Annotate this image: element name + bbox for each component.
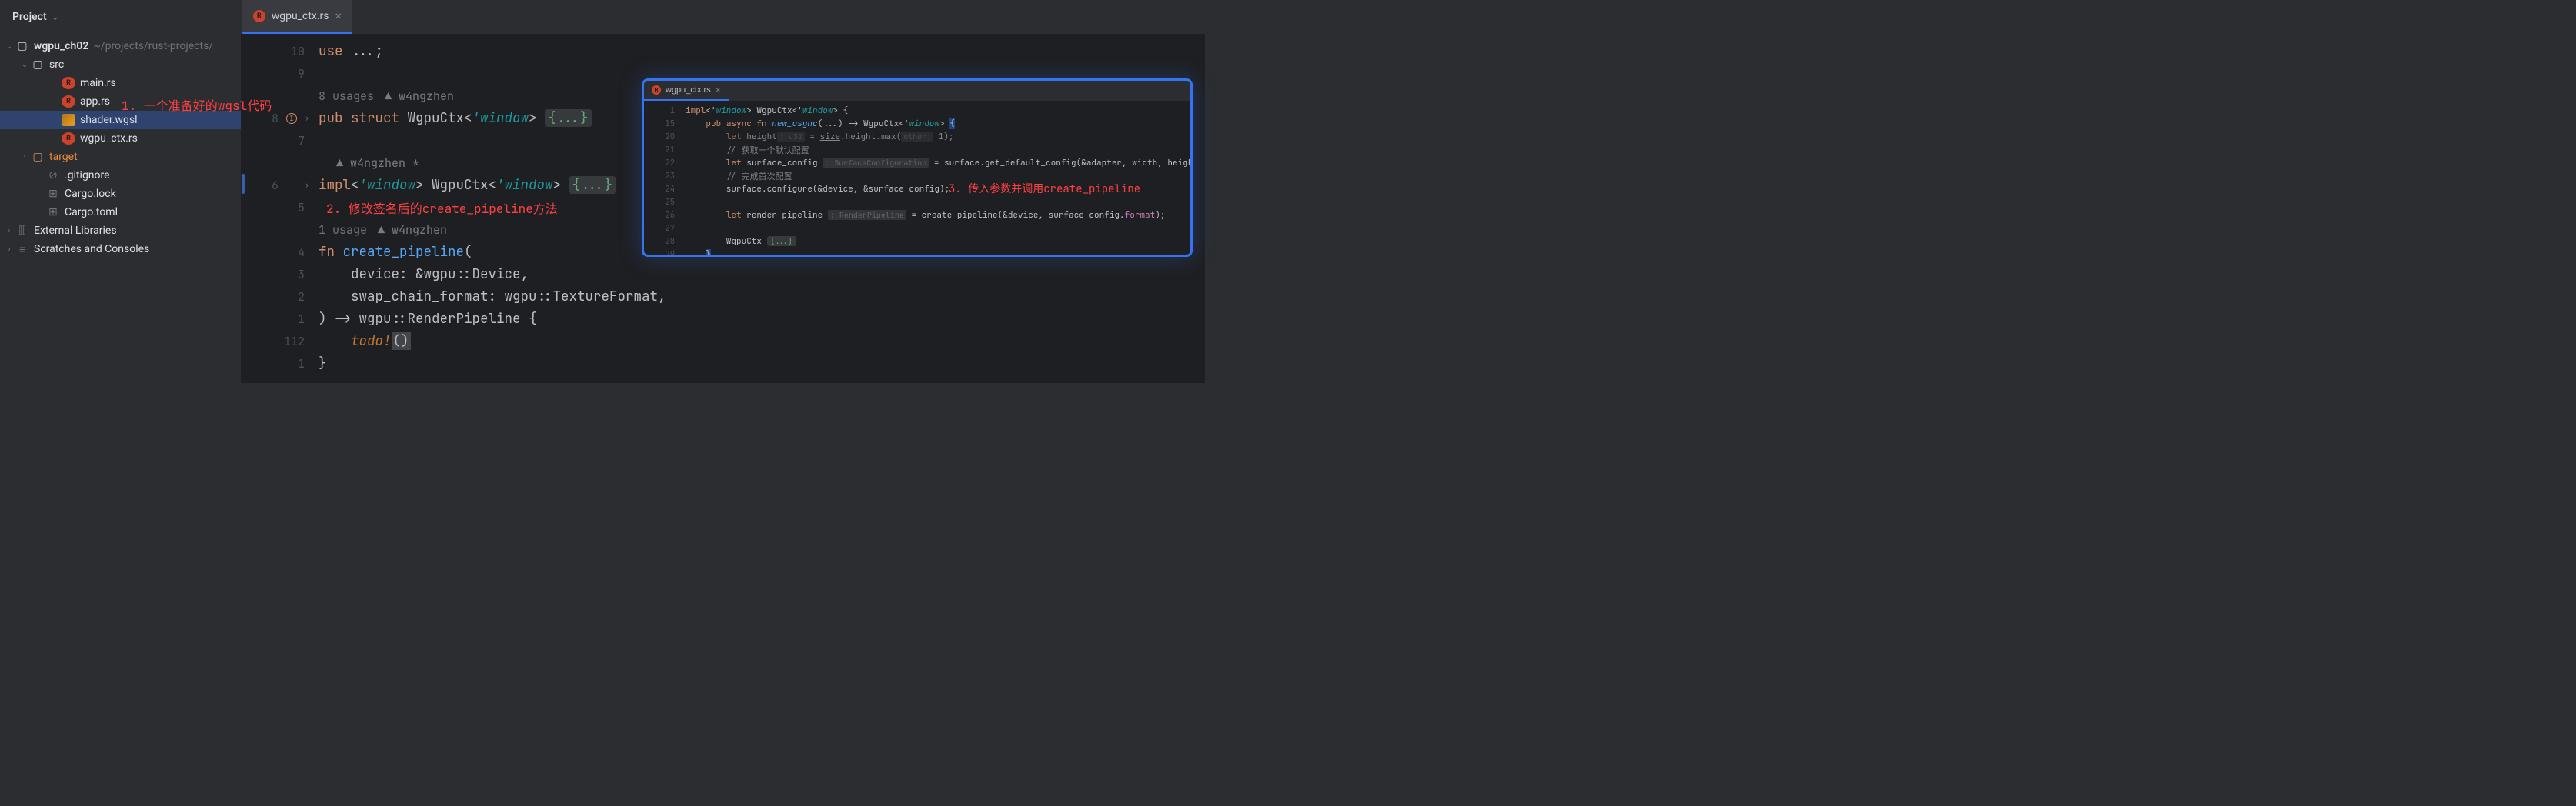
code-line[interactable]: impl<'window> WgpuCtx<'window> {...}: [319, 174, 666, 196]
rust-file-icon: R: [62, 95, 75, 108]
line-number: 4: [242, 241, 319, 263]
line-number: 6 ›: [242, 174, 319, 196]
line-number: 10: [242, 40, 319, 62]
code-line[interactable]: }: [319, 352, 666, 375]
popup-line: [686, 221, 1193, 235]
external-libs-label: External Libraries: [34, 225, 117, 237]
rust-file-icon: R: [62, 77, 75, 89]
impl-nav-icon[interactable]: I: [286, 113, 297, 124]
file-label: Cargo.lock: [65, 188, 116, 200]
chevron-down-icon: ⌄: [18, 61, 31, 69]
editor-gutter: 10 9 8 I › 7 6 › 5 4 3 2: [242, 34, 319, 375]
close-tab-icon[interactable]: ×: [335, 8, 342, 23]
line-number: [242, 152, 319, 174]
folder-icon: ▢: [15, 40, 29, 52]
line-number: 2: [242, 285, 319, 308]
line-number: 1: [242, 352, 319, 375]
popup-line: [686, 195, 1193, 208]
tree-folder-target[interactable]: › ▢ target: [0, 148, 241, 166]
tree-file-cargo-lock[interactable]: ⊞ Cargo.lock: [0, 185, 241, 203]
library-icon: ⫿⫿: [15, 225, 29, 237]
rust-file-icon: R: [62, 132, 75, 145]
popup-line: let render_pipeline : RenderPipeline = c…: [686, 208, 1193, 221]
popup-line: impl<'window> WgpuCtx<'window> {: [686, 104, 1193, 117]
popup-line: // 获取一个默认配置: [686, 143, 1193, 156]
fold-icon[interactable]: ›: [305, 180, 315, 190]
file-label: Cargo.toml: [65, 206, 118, 218]
scratches-label: Scratches and Consoles: [34, 243, 149, 255]
tree-file-main[interactable]: R main.rs: [0, 74, 241, 92]
chevron-right-icon: ›: [3, 227, 15, 235]
project-root-path: ~/projects/rust-projects/: [93, 40, 213, 52]
line-number: 5: [242, 196, 319, 218]
annotation-2: 2. 修改签名后的create_pipeline方法: [326, 198, 558, 217]
code-line[interactable]: swap_chain_format: wgpu::TextureFormat,: [319, 285, 666, 308]
cargo-lock-icon: ⊞: [46, 188, 60, 200]
tree-folder-src[interactable]: ⌄ ▢ src: [0, 55, 241, 74]
popup-line: let surface_config : SurfaceConfiguratio…: [686, 156, 1193, 169]
tab-filename: wgpu_ctx.rs: [272, 10, 329, 22]
code-line[interactable]: fn create_pipeline(: [319, 241, 666, 263]
definition-popup: R wgpu_ctx.rs × 1 15 20 21 22 23 24 25: [642, 78, 1193, 257]
project-label: Project: [12, 11, 47, 23]
fold-icon[interactable]: ›: [305, 113, 315, 123]
popup-gutter: 1 15 20 21 22 23 24 25 26 27 28 29: [644, 104, 684, 257]
chevron-right-icon: ›: [18, 153, 31, 162]
file-label: main.rs: [80, 77, 116, 89]
code-line[interactable]: pub struct WgpuCtx<'window> {...}: [319, 107, 666, 129]
project-root-name: wgpu_ch02: [34, 40, 88, 52]
annotation-1: 1. 一个准备好的wgsl代码: [122, 95, 272, 114]
code-line[interactable]: use ...;: [319, 40, 666, 62]
tree-file-wgpu-ctx[interactable]: R wgpu_ctx.rs: [0, 129, 241, 148]
scratch-icon: ≡: [15, 243, 29, 256]
cargo-toml-icon: ⊞: [46, 206, 60, 218]
popup-line: let height: u32 = size.height.max(other:…: [686, 130, 1193, 143]
line-number: 112: [242, 330, 319, 352]
popup-tab-filename: wgpu_ctx.rs: [666, 85, 711, 95]
project-tool-window-header[interactable]: Project ⌄: [0, 11, 72, 23]
code-line[interactable]: ) -> wgpu::RenderPipeline {: [319, 308, 666, 330]
rust-file-icon: R: [253, 10, 265, 22]
file-label: shader.wgsl: [80, 114, 137, 126]
file-label: wgpu_ctx.rs: [80, 132, 138, 145]
file-label: app.rs: [80, 95, 110, 108]
line-number: 3: [242, 263, 319, 285]
line-number: [242, 218, 319, 241]
tree-scratches[interactable]: › ≡ Scratches and Consoles: [0, 240, 241, 258]
line-number: 9: [242, 62, 319, 85]
editor-tab-wgpu-ctx[interactable]: R wgpu_ctx.rs ×: [242, 0, 352, 34]
wgsl-file-icon: [62, 114, 75, 126]
popup-line: pub async fn new_async(...) -> WgpuCtx<'…: [686, 117, 1193, 130]
tree-external-libraries[interactable]: › ⫿⫿ External Libraries: [0, 221, 241, 240]
line-number: 7: [242, 129, 319, 152]
ignore-file-icon: ⊘: [46, 169, 60, 182]
annotation-3: 3. 传入参数并调用create_pipeline: [949, 181, 1140, 196]
chevron-right-icon: ›: [3, 245, 15, 254]
code-line[interactable]: [319, 129, 666, 152]
line-number: 1: [242, 308, 319, 330]
chevron-down-icon: ⌄: [52, 12, 59, 22]
popup-line: WgpuCtx {...}: [686, 235, 1193, 248]
popup-line: }: [686, 248, 1193, 257]
file-label: .gitignore: [65, 169, 110, 182]
chevron-down-icon: ⌄: [3, 42, 15, 51]
usage-hint[interactable]: 1 usage▲ w4ngzhen: [319, 218, 666, 241]
folder-excluded-icon: ▢: [31, 151, 45, 163]
folder-icon: ▢: [31, 58, 45, 71]
close-icon[interactable]: ×: [716, 85, 721, 95]
code-editor[interactable]: 10 9 8 I › 7 6 › 5 4 3 2: [242, 34, 1205, 383]
folder-label: src: [49, 58, 64, 71]
author-hint[interactable]: x▲ w4ngzhen *: [319, 152, 666, 174]
popup-tab[interactable]: R wgpu_ctx.rs ×: [644, 81, 729, 101]
tree-root-project[interactable]: ⌄ ▢ wgpu_ch02 ~/projects/rust-projects/: [0, 37, 241, 55]
tree-file-gitignore[interactable]: ⊘ .gitignore: [0, 166, 241, 185]
rust-file-icon: R: [652, 85, 661, 95]
project-tree-sidebar: ⌄ ▢ wgpu_ch02 ~/projects/rust-projects/ …: [0, 34, 242, 383]
usage-hint[interactable]: 8 usages▲ w4ngzhen: [319, 85, 666, 107]
code-line[interactable]: device: &wgpu::Device,: [319, 263, 666, 285]
code-line[interactable]: todo!(): [319, 330, 666, 352]
folder-label: target: [49, 151, 78, 163]
code-line[interactable]: [319, 62, 666, 85]
tree-file-cargo-toml[interactable]: ⊞ Cargo.toml: [0, 203, 241, 221]
